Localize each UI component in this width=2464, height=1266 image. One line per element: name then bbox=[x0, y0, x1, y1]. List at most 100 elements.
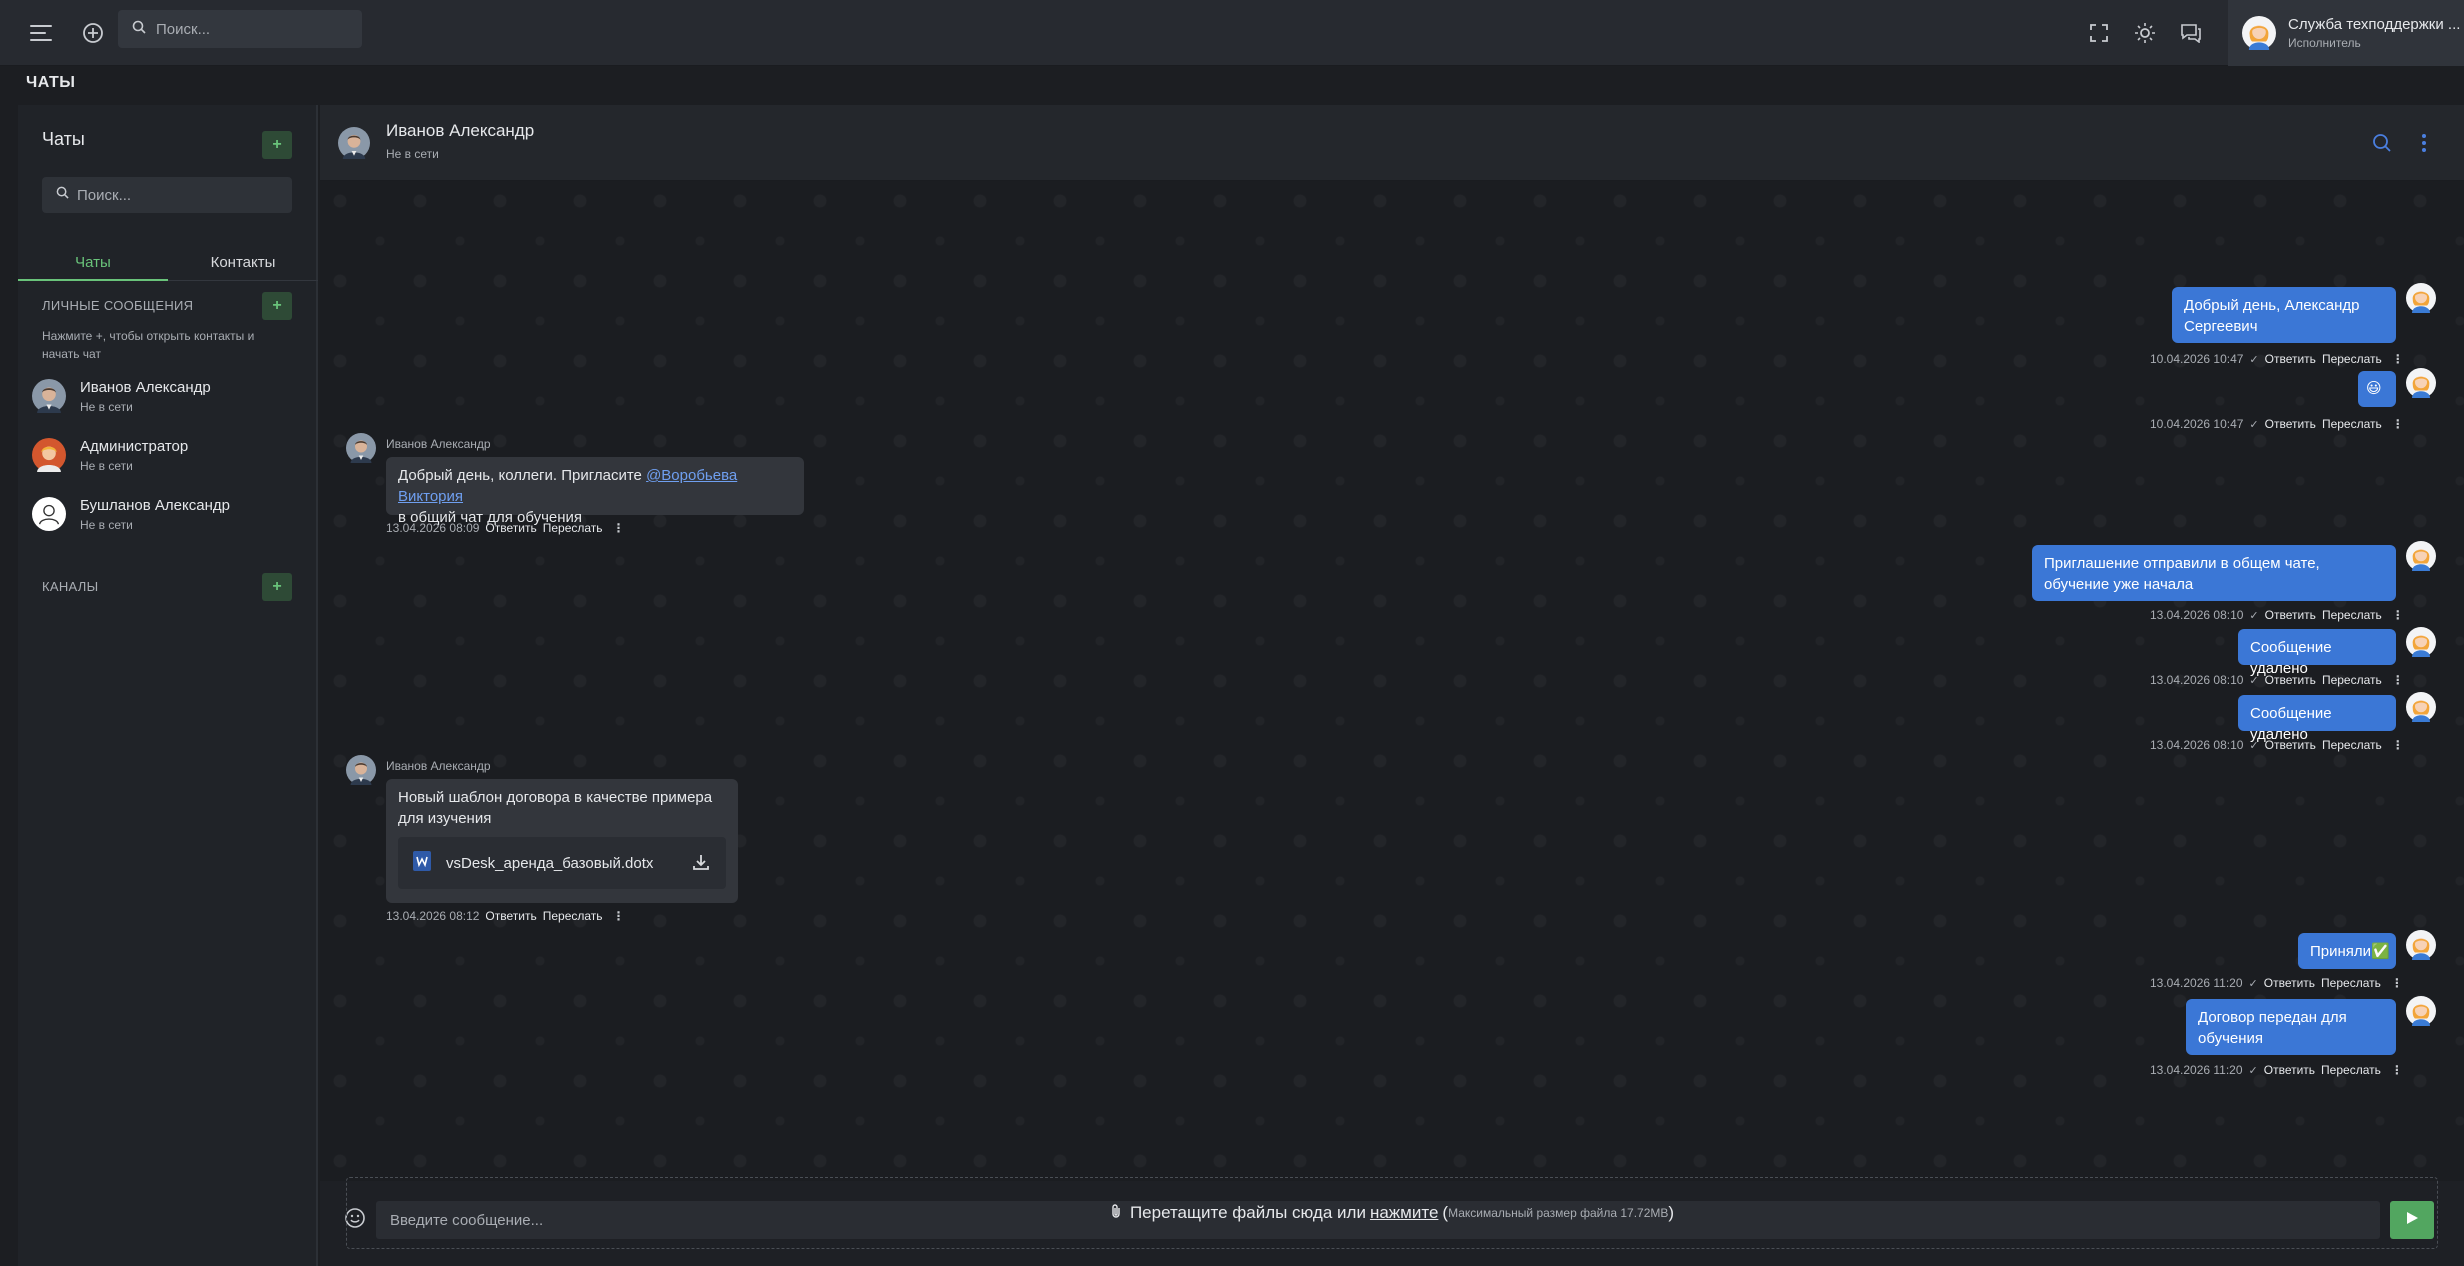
outgoing-message: Добрый день, Александр Сергеевич bbox=[2172, 287, 2396, 343]
download-icon[interactable] bbox=[692, 853, 710, 876]
reply-link[interactable]: Ответить bbox=[2265, 417, 2316, 431]
sender-avatar bbox=[2406, 996, 2436, 1026]
search-icon[interactable] bbox=[2368, 129, 2396, 157]
sender-avatar bbox=[346, 433, 376, 463]
more-vertical-icon[interactable]: ⋮ bbox=[613, 909, 625, 923]
contact-item[interactable]: Администратор Не в сети bbox=[32, 428, 312, 482]
check-icon: ✓ bbox=[2249, 353, 2259, 366]
message-time: 10.04.2026 10:47 bbox=[2150, 352, 2244, 366]
message-meta: 13.04.2026 08:10 ✓ Ответить Переслать ⋮ bbox=[2150, 738, 2404, 752]
reply-link[interactable]: Ответить bbox=[2264, 976, 2315, 990]
message-author: Иванов Александр bbox=[386, 759, 491, 773]
reply-link[interactable]: Ответить bbox=[2265, 352, 2316, 366]
sidebar-search-input[interactable] bbox=[77, 186, 277, 204]
forward-link[interactable]: Переслать bbox=[2321, 976, 2381, 990]
add-personal-chat-button[interactable]: + bbox=[262, 292, 292, 320]
forward-link[interactable]: Переслать bbox=[2322, 738, 2382, 752]
contact-avatar bbox=[32, 497, 66, 531]
tab-contacts[interactable]: Контакты bbox=[168, 245, 318, 281]
more-vertical-icon[interactable] bbox=[2410, 129, 2438, 157]
contact-avatar bbox=[32, 379, 66, 413]
reply-link[interactable]: Ответить bbox=[2265, 738, 2316, 752]
global-search-input[interactable] bbox=[156, 20, 346, 38]
sender-avatar bbox=[2406, 692, 2436, 722]
message-meta: 13.04.2026 08:10 ✓ Ответить Переслать ⋮ bbox=[2150, 608, 2404, 622]
outgoing-message: 😃 bbox=[2358, 371, 2396, 407]
dropzone-limit: Максимальный размер файла 17.72MB bbox=[1448, 1206, 1669, 1220]
contact-status: Не в сети bbox=[80, 517, 133, 532]
reply-link[interactable]: Ответить bbox=[485, 521, 536, 535]
check-icon: ✓ bbox=[2249, 418, 2259, 431]
reply-link[interactable]: Ответить bbox=[485, 909, 536, 923]
page-title: ЧАТЫ bbox=[26, 74, 76, 91]
messages-icon[interactable] bbox=[2172, 14, 2210, 52]
more-vertical-icon[interactable]: ⋮ bbox=[2392, 673, 2404, 687]
contact-status: Не в сети bbox=[80, 458, 133, 473]
message-author: Иванов Александр bbox=[386, 437, 491, 451]
file-dropzone[interactable]: Перетащите файлы сюда или нажмите (Макси… bbox=[346, 1177, 2438, 1249]
more-vertical-icon[interactable]: ⋮ bbox=[2392, 352, 2404, 366]
message-meta: 13.04.2026 11:20 ✓ Ответить Переслать ⋮ bbox=[2150, 1063, 2403, 1077]
attachment-icon bbox=[1110, 1203, 1122, 1224]
more-vertical-icon[interactable]: ⋮ bbox=[2392, 417, 2404, 431]
more-vertical-icon[interactable]: ⋮ bbox=[2392, 738, 2404, 752]
file-attachment[interactable]: vsDesk_аренда_базовый.dotx bbox=[398, 837, 726, 889]
message-time: 13.04.2026 08:12 bbox=[386, 909, 480, 923]
message-time: 13.04.2026 11:20 bbox=[2150, 1063, 2243, 1077]
chat-avatar bbox=[338, 127, 370, 159]
reply-link[interactable]: Ответить bbox=[2265, 608, 2316, 622]
reply-link[interactable]: Ответить bbox=[2265, 673, 2316, 687]
message-time: 13.04.2026 08:10 bbox=[2150, 673, 2244, 687]
message-time: 10.04.2026 10:47 bbox=[2150, 417, 2244, 431]
user-name: Служба техподдержки ... bbox=[2288, 16, 2461, 33]
message-time: 13.04.2026 08:09 bbox=[386, 521, 480, 535]
message-text: Новый шаблон договора в качестве примера… bbox=[398, 789, 713, 827]
forward-link[interactable]: Переслать bbox=[2322, 417, 2382, 431]
check-icon: ✓ bbox=[2248, 1064, 2258, 1077]
user-avatar bbox=[2242, 16, 2276, 50]
outgoing-message: Договор передан для обучения bbox=[2186, 999, 2396, 1055]
message-time: 13.04.2026 11:20 bbox=[2150, 976, 2243, 990]
message-meta: 13.04.2026 08:12 Ответить Переслать ⋮ bbox=[386, 909, 625, 923]
chat-contact-status: Не в сети bbox=[386, 147, 439, 161]
contact-name: Администратор bbox=[80, 437, 189, 455]
user-profile[interactable]: Служба техподдержки ... Исполнитель bbox=[2228, 0, 2464, 66]
contact-status: Не в сети bbox=[80, 399, 133, 414]
sender-avatar bbox=[2406, 283, 2436, 313]
forward-link[interactable]: Переслать bbox=[2321, 1063, 2381, 1077]
forward-link[interactable]: Переслать bbox=[2322, 608, 2382, 622]
sender-avatar bbox=[2406, 930, 2436, 960]
add-circle-icon[interactable] bbox=[74, 14, 112, 52]
forward-link[interactable]: Переслать bbox=[543, 521, 603, 535]
new-chat-button[interactable]: + bbox=[262, 131, 292, 159]
global-search[interactable] bbox=[118, 10, 362, 48]
more-vertical-icon[interactable]: ⋮ bbox=[2391, 976, 2403, 990]
message-time: 13.04.2026 08:10 bbox=[2150, 738, 2244, 752]
message-meta: 13.04.2026 08:10 ✓ Ответить Переслать ⋮ bbox=[2150, 673, 2404, 687]
fullscreen-icon[interactable] bbox=[2080, 14, 2118, 52]
chat-contact-name: Иванов Александр bbox=[386, 121, 535, 140]
word-file-icon bbox=[412, 850, 432, 877]
contact-item[interactable]: Иванов Александр Не в сети bbox=[32, 369, 312, 423]
forward-link[interactable]: Переслать bbox=[543, 909, 603, 923]
message-list[interactable]: Добрый день, Александр Сергеевич 10.04.2… bbox=[320, 181, 2464, 1181]
dropzone-click-link[interactable]: нажмите bbox=[1370, 1203, 1438, 1223]
more-vertical-icon[interactable]: ⋮ bbox=[2391, 1063, 2403, 1077]
message-time: 13.04.2026 08:10 bbox=[2150, 608, 2244, 622]
chats-sidebar: Чаты + Чаты Контакты ЛИЧНЫЕ СООБЩЕНИЯ + … bbox=[18, 105, 318, 1266]
forward-link[interactable]: Переслать bbox=[2322, 352, 2382, 366]
sidebar-tabs: Чаты Контакты bbox=[18, 245, 318, 281]
more-vertical-icon[interactable]: ⋮ bbox=[2392, 608, 2404, 622]
incoming-message: Добрый день, коллеги. Пригласите @Воробь… bbox=[386, 457, 804, 526]
reply-link[interactable]: Ответить bbox=[2264, 1063, 2315, 1077]
chat-panel: Иванов Александр Не в сети Добрый день, … bbox=[320, 105, 2464, 1266]
tab-chats[interactable]: Чаты bbox=[18, 245, 168, 281]
dropzone-paren-close: ) bbox=[1668, 1203, 1675, 1222]
contact-item[interactable]: Бушланов Александр Не в сети bbox=[32, 487, 312, 541]
theme-sun-icon[interactable] bbox=[2126, 14, 2164, 52]
forward-link[interactable]: Переслать bbox=[2322, 673, 2382, 687]
sidebar-search[interactable] bbox=[42, 177, 292, 213]
more-vertical-icon[interactable]: ⋮ bbox=[613, 521, 625, 535]
add-channel-button[interactable]: + bbox=[262, 573, 292, 601]
menu-icon[interactable] bbox=[22, 14, 60, 52]
